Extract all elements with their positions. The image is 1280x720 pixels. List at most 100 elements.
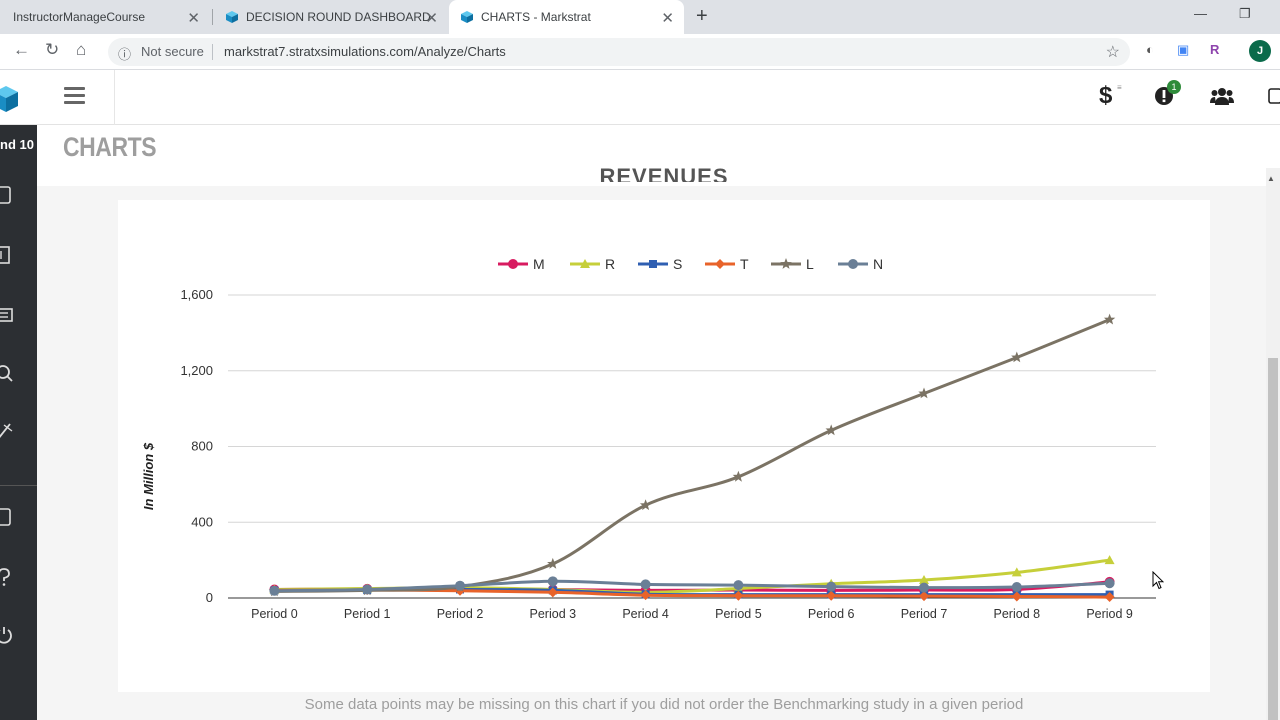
round-label: nd 10 (0, 137, 34, 152)
y-tick-label: 1,600 (180, 287, 213, 302)
x-tick-label: Period 2 (437, 607, 484, 621)
chart-footnote: Some data points may be missing on this … (304, 696, 1024, 713)
reload-icon[interactable]: ↻ (45, 40, 59, 60)
x-tick-label: Period 3 (530, 607, 577, 621)
page-title: CHARTS (63, 132, 157, 162)
bookmark-star-icon[interactable]: ☆ (1106, 42, 1120, 62)
help-question-icon[interactable] (0, 567, 14, 587)
power-icon[interactable] (0, 625, 14, 645)
url-text[interactable]: markstrat7.stratxsimulations.com/Analyze… (224, 44, 506, 59)
legend-marker-L (780, 258, 792, 269)
browser-tab-dashboard[interactable]: DECISION ROUND DASHBOARD ✕ (214, 0, 448, 34)
series-line-L (274, 318, 1111, 593)
y-tick-label: 0 (206, 590, 213, 605)
pen-icon[interactable] (0, 421, 14, 441)
y-tick-label: 1,200 (180, 363, 213, 378)
book-icon[interactable] (0, 507, 14, 527)
book-icon[interactable] (0, 185, 14, 205)
data-point-N (269, 585, 280, 596)
data-point-N (1104, 578, 1115, 589)
x-tick-label: Period 9 (1086, 607, 1133, 621)
legend-marker-N (848, 259, 858, 269)
dollar-menu-icon[interactable]: ≡ (1117, 83, 1122, 92)
profile-avatar[interactable]: J (1249, 40, 1271, 62)
header-divider (114, 70, 115, 125)
markstrat-favicon-icon (226, 11, 238, 23)
browser-tab-instructor[interactable]: InstructorManageCourse ✕ (0, 0, 210, 34)
x-tick-label: Period 5 (715, 607, 762, 621)
data-point-N (362, 584, 373, 595)
data-point-N (733, 580, 744, 591)
app-header: $ ≡ 1 (0, 70, 1280, 125)
omnibox-separator (212, 44, 213, 60)
extension-circle-icon[interactable]: ◐ (1146, 42, 1154, 57)
browser-tab-charts[interactable]: CHARTS - Markstrat ✕ (449, 0, 684, 34)
extension-window-icon[interactable]: ▣ (1177, 42, 1189, 58)
y-tick-label: 800 (191, 439, 213, 454)
minimize-window-icon[interactable]: — (1194, 6, 1207, 21)
chart-heading: REVENUES (599, 164, 729, 182)
back-arrow-icon[interactable]: ← (13, 40, 30, 60)
tab-separator (212, 9, 213, 25)
scroll-up-arrow-icon[interactable]: ▲ (1267, 174, 1275, 183)
browser-toolbar: ← ↻ ⌂ ⓘ Not secure markstrat7.stratxsimu… (0, 34, 1280, 70)
close-tab-icon[interactable]: ✕ (661, 9, 674, 27)
tab-title: DECISION ROUND DASHBOARD (246, 10, 431, 24)
data-point-N (919, 582, 929, 593)
data-point-L (1011, 351, 1023, 363)
x-tick-label: Period 4 (622, 607, 669, 621)
legend-label-S: S (673, 256, 682, 272)
y-axis-title: In Million $ (141, 442, 156, 510)
budget-dollar-icon[interactable]: $ (1099, 82, 1112, 110)
sidebar-divider (0, 485, 37, 486)
building-icon[interactable] (0, 245, 14, 265)
security-label: Not secure (141, 44, 204, 59)
restore-window-icon[interactable]: ❐ (1239, 6, 1251, 22)
sidebar: nd 10 (0, 125, 37, 720)
data-point-N (826, 581, 837, 592)
x-tick-label: Period 7 (901, 607, 948, 621)
data-point-N (547, 576, 558, 587)
search-icon[interactable] (0, 363, 14, 383)
revenues-line-chart: 0 400 800 1,200 1,600 Period 0 Period 1 Period … (141, 256, 1156, 621)
tab-title: CHARTS - Markstrat (481, 10, 591, 24)
x-tick-label: Period 1 (344, 607, 391, 621)
data-point-L (732, 470, 745, 482)
mouse-pointer-icon (1152, 571, 1164, 590)
legend-label-L: L (806, 256, 814, 272)
legend-marker-S (649, 260, 657, 268)
newspaper-icon[interactable] (0, 305, 14, 325)
tab-title: InstructorManageCourse (13, 10, 146, 24)
markstrat-logo-icon[interactable] (0, 84, 18, 114)
chart-heading-wrapper: REVENUES (0, 160, 1280, 182)
legend-marker-M (508, 259, 518, 269)
data-point-N (640, 579, 651, 590)
new-tab-plus-icon[interactable]: + (696, 5, 708, 28)
x-tick-label: Period 8 (994, 607, 1041, 621)
legend-label-N: N (873, 256, 883, 272)
close-tab-icon[interactable]: ✕ (425, 9, 438, 27)
alerts-count-badge: 1 (1167, 80, 1181, 94)
x-tick-label: Period 6 (808, 607, 855, 621)
extension-r-icon[interactable]: R (1210, 42, 1219, 57)
legend-label-T: T (740, 256, 749, 272)
address-bar[interactable]: ⓘ Not secure markstrat7.stratxsimulation… (108, 38, 1130, 66)
legend-label-M: M (533, 256, 545, 272)
team-users-icon[interactable] (1210, 86, 1234, 106)
info-circle-icon[interactable]: ⓘ (118, 44, 131, 63)
data-point-N (455, 580, 465, 591)
logout-box-icon[interactable] (1268, 88, 1280, 104)
data-point-L (918, 387, 930, 399)
scrollbar-thumb[interactable] (1268, 358, 1278, 720)
legend-label-R: R (605, 256, 615, 272)
browser-tab-strip: InstructorManageCourse ✕ DECISION ROUND … (0, 0, 1280, 34)
close-tab-icon[interactable]: ✕ (187, 9, 200, 27)
markstrat-favicon-icon (461, 11, 473, 23)
x-tick-label: Period 0 (251, 607, 298, 621)
menu-hamburger-icon[interactable] (64, 87, 86, 105)
legend-marker-T (715, 259, 725, 269)
home-icon[interactable]: ⌂ (76, 40, 86, 60)
data-point-N (1011, 582, 1022, 593)
data-point-L (1103, 313, 1116, 325)
y-tick-label: 400 (191, 514, 213, 529)
